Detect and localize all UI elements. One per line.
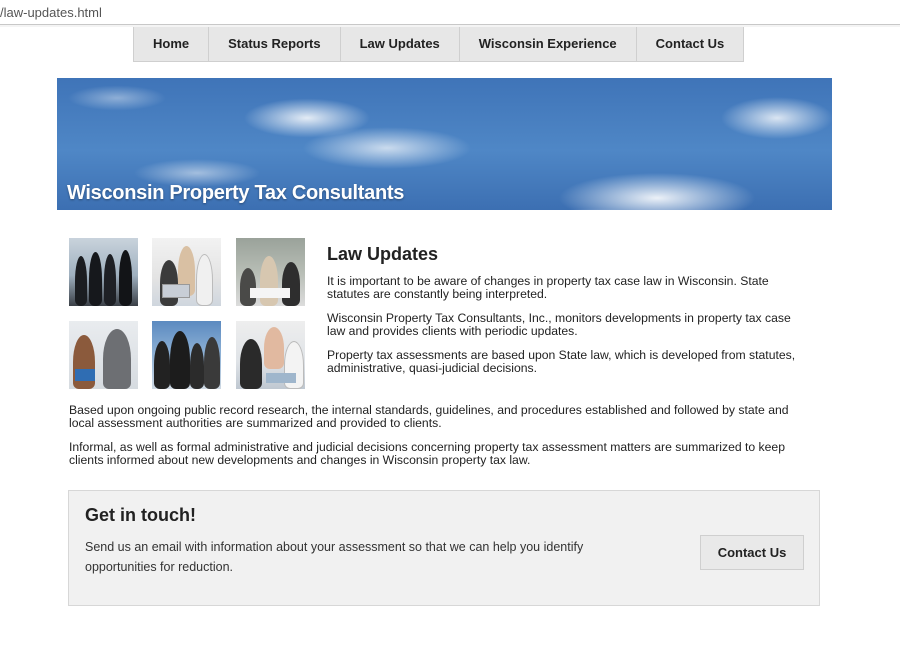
office-group-photo — [236, 238, 305, 306]
nav-status-reports[interactable]: Status Reports — [209, 27, 341, 61]
url-text[interactable]: /law-updates.html — [0, 5, 102, 21]
people-silhouette-photo — [69, 238, 138, 306]
paragraph-1: It is important to be aware of changes i… — [327, 274, 769, 301]
contact-us-button[interactable]: Contact Us — [700, 535, 804, 570]
colleagues-laptop-photo — [236, 321, 305, 389]
business-team-photo — [152, 321, 221, 389]
main-nav: Home Status Reports Law Updates Wisconsi… — [133, 27, 745, 62]
hero-banner: Wisconsin Property Tax Consultants — [57, 78, 832, 210]
team-meeting-photo — [152, 238, 221, 306]
paragraph-4: Based upon ongoing public record researc… — [69, 403, 789, 430]
nav-wisconsin-experience[interactable]: Wisconsin Experience — [460, 27, 637, 61]
contact-callout: Get in touch! Send us an email with info… — [68, 490, 820, 606]
paragraph-5: Informal, as well as formal administrati… — [69, 440, 785, 467]
nav-home[interactable]: Home — [134, 27, 210, 61]
paragraph-3: Property tax assessments are based upon … — [327, 348, 796, 375]
browser-address-bar[interactable]: /law-updates.html — [0, 0, 900, 27]
paragraph-2: Wisconsin Property Tax Consultants, Inc.… — [327, 311, 791, 338]
page-title: Law Updates — [327, 244, 439, 264]
nav-contact-us[interactable]: Contact Us — [637, 27, 744, 61]
callout-title: Get in touch! — [85, 505, 196, 525]
callout-text: Send us an email with information about … — [85, 540, 584, 574]
business-handshake-photo — [69, 321, 138, 389]
site-title: Wisconsin Property Tax Consultants — [67, 182, 405, 204]
nav-law-updates[interactable]: Law Updates — [341, 27, 460, 61]
